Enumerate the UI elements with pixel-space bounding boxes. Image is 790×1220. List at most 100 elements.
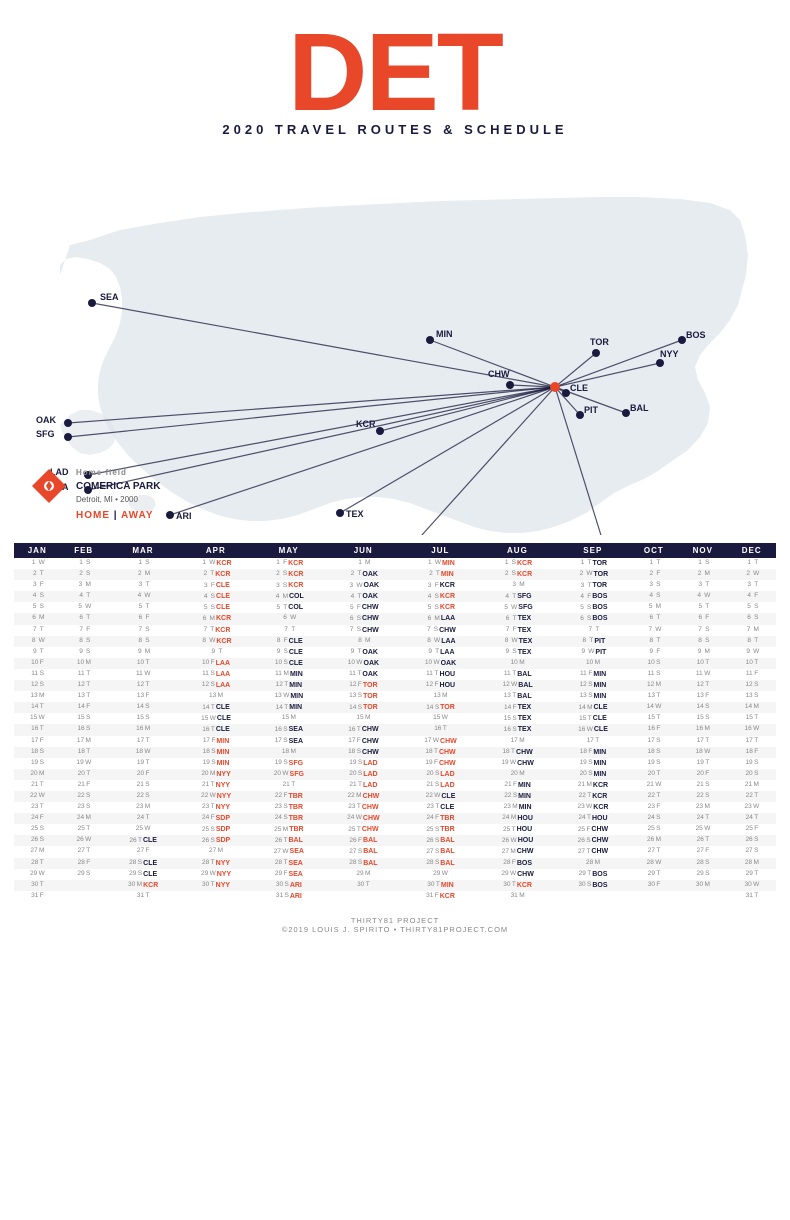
schedule-cell: 24MHOU xyxy=(479,813,556,824)
schedule-cell: 23T xyxy=(14,802,60,813)
schedule-cell: 23M xyxy=(678,802,727,813)
schedule-cell: 22T xyxy=(630,791,678,802)
schedule-cell: 28SBAL xyxy=(325,858,402,869)
schedule-cell: 8W xyxy=(14,636,60,647)
schedule-cell: 21TLAD xyxy=(325,780,402,791)
schedule-cell: 4FBOS xyxy=(556,591,630,602)
schedule-cell: 24S xyxy=(630,813,678,824)
schedule-cell: 14S xyxy=(107,702,179,713)
schedule-cell: 25F xyxy=(727,824,776,835)
schedule-cell: 12SMIN xyxy=(556,680,630,691)
schedule-cell: 5SCLE xyxy=(179,602,253,613)
page-title: DET xyxy=(0,18,790,128)
away-label: AWAY xyxy=(121,510,154,521)
schedule-cell: 1S xyxy=(60,558,106,569)
schedule-cell: 17WCHW xyxy=(402,736,479,747)
schedule-cell: 20SLAD xyxy=(402,769,479,780)
table-row: 30T30MKCR30TNYY30SARI30T30TMIN30TKCR30SB… xyxy=(14,880,776,891)
schedule-cell: 16M xyxy=(107,724,179,735)
schedule-cell: 29T xyxy=(630,869,678,880)
schedule-cell: 31M xyxy=(479,891,556,902)
schedule-header: JAN FEB MAR APR MAY JUN JUL AUG SEP OCT … xyxy=(14,543,776,558)
schedule-cell: 4F xyxy=(727,591,776,602)
schedule-cell: 17T xyxy=(678,736,727,747)
schedule-cell: 8WLAA xyxy=(402,636,479,647)
schedule-cell: 2SKCR xyxy=(479,569,556,580)
table-row: 5S5W5T5SCLE5TCOL5FCHW5SKCR5WSFG5SBOS5M5T… xyxy=(14,602,776,613)
schedule-cell: 15TCLE xyxy=(556,713,630,724)
schedule-cell: 28T xyxy=(14,858,60,869)
schedule-cell: 1WMIN xyxy=(402,558,479,569)
schedule-cell: 4SCLE xyxy=(179,591,253,602)
schedule-cell: 19T xyxy=(678,758,727,769)
schedule-cell: 15WCLE xyxy=(179,713,253,724)
park-name: COMERICA PARK xyxy=(76,479,160,494)
schedule-cell: 27M xyxy=(14,846,60,857)
schedule-cell: 3FKCR xyxy=(402,580,479,591)
schedule-cell: 10FLAA xyxy=(179,658,253,669)
schedule-cell: 17SSEA xyxy=(253,736,325,747)
schedule-cell: 25T xyxy=(60,824,106,835)
schedule-cell: 22FTBR xyxy=(253,791,325,802)
schedule-cell: 20M xyxy=(479,769,556,780)
schedule-cell: 20SMIN xyxy=(556,769,630,780)
table-row: 20M20T20F20MNYY20WSFG20SLAD20SLAD20M20SM… xyxy=(14,769,776,780)
table-row: 22W22S22S22WNYY22FTBR22MCHW22WCLE22SMIN2… xyxy=(14,791,776,802)
schedule-cell: 14MCLE xyxy=(556,702,630,713)
schedule-cell: 5SBOS xyxy=(556,602,630,613)
schedule-cell: 2TMIN xyxy=(402,569,479,580)
schedule-cell: 31T xyxy=(107,891,179,902)
schedule-cell: 29W xyxy=(14,869,60,880)
schedule-cell: 26TCLE xyxy=(107,835,179,846)
schedule-cell: 19W xyxy=(60,758,106,769)
schedule-cell xyxy=(325,891,402,902)
schedule-cell: 26TBAL xyxy=(253,835,325,846)
schedule-cell: 10M xyxy=(479,658,556,669)
schedule-cell: 8S xyxy=(107,636,179,647)
schedule-cell: 13M xyxy=(179,691,253,702)
schedule-cell: 11S xyxy=(630,669,678,680)
schedule-cell: 7S xyxy=(107,625,179,636)
schedule-cell: 23F xyxy=(630,802,678,813)
schedule-cell: 13M xyxy=(14,691,60,702)
schedule-cell: 11TBAL xyxy=(479,669,556,680)
header: DET 2020 TRAVEL ROUTES & SCHEDULE xyxy=(0,0,790,145)
schedule-cell: 26W xyxy=(60,835,106,846)
schedule-cell: 28S xyxy=(678,858,727,869)
schedule-cell: 14T xyxy=(14,702,60,713)
schedule-cell: 31T xyxy=(727,891,776,902)
schedule-cell: 17T xyxy=(107,736,179,747)
schedule-cell: 26S xyxy=(727,835,776,846)
schedule-cell: 26S xyxy=(14,835,60,846)
schedule-cell: 6T xyxy=(630,613,678,624)
schedule-cell: 30W xyxy=(727,880,776,891)
schedule-cell: 16SSEA xyxy=(253,724,325,735)
schedule-cell: 1W xyxy=(14,558,60,569)
schedule-cell: 12T xyxy=(60,680,106,691)
schedule-cell: 23STBR xyxy=(253,802,325,813)
schedule-cell: 20WSFG xyxy=(253,769,325,780)
schedule-cell: 15T xyxy=(727,713,776,724)
schedule-cell: 25FCHW xyxy=(556,824,630,835)
schedule-cell: 27WSEA xyxy=(253,846,325,857)
schedule-cell: 29M xyxy=(325,869,402,880)
schedule-cell: 21FMIN xyxy=(479,780,556,791)
schedule-cell: 1WKCR xyxy=(179,558,253,569)
schedule-cell: 1SKCR xyxy=(479,558,556,569)
schedule-cell: 6W xyxy=(253,613,325,624)
schedule-cell: 5S xyxy=(14,602,60,613)
schedule-cell: 18M xyxy=(253,747,325,758)
schedule-cell: 13TBAL xyxy=(479,691,556,702)
schedule-cell: 27S xyxy=(727,846,776,857)
schedule-cell: 20F xyxy=(107,769,179,780)
schedule-cell: 25STBR xyxy=(402,824,479,835)
table-row: 13M13T13F13M13WMIN13STOR13M13TBAL13SMIN1… xyxy=(14,691,776,702)
schedule-cell: 25S xyxy=(14,824,60,835)
schedule-cell: 6SBOS xyxy=(556,613,630,624)
schedule-cell: 30TMIN xyxy=(402,880,479,891)
schedule-cell: 20SLAD xyxy=(325,769,402,780)
footer: THIRTY81 PROJECT ©2019 LOUIS J. SPIRITO … xyxy=(0,912,790,942)
schedule-cell: 22S xyxy=(107,791,179,802)
schedule-cell: 23S xyxy=(60,802,106,813)
schedule-cell: 25W xyxy=(107,824,179,835)
